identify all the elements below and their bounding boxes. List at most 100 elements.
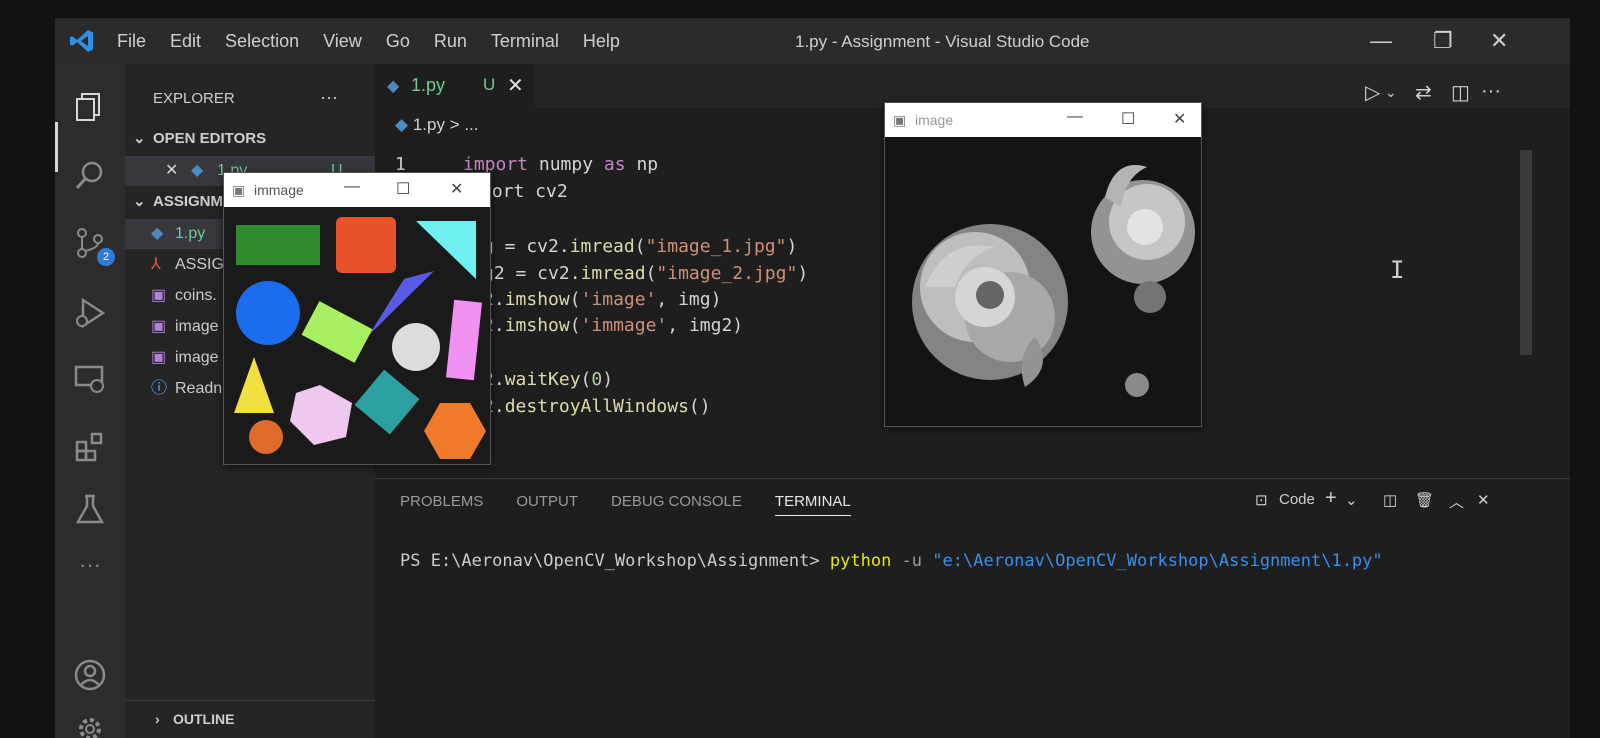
minimize-icon[interactable]: — <box>1370 28 1392 54</box>
image-file-icon: ▣ <box>151 287 167 304</box>
search-icon[interactable] <box>73 158 107 192</box>
chevron-down-icon: ⌄ <box>133 193 146 210</box>
terminal-cmd: python <box>829 551 892 571</box>
remote-explorer-icon[interactable] <box>73 362 107 396</box>
explorer-more-button[interactable]: ··· <box>320 82 360 112</box>
terminal-line[interactable]: PS E:\Aeronav\OpenCV_Workshop\Assignment… <box>400 551 1383 571</box>
shapes-window-titlebar[interactable]: ▣ immage — ☐ ✕ <box>224 173 490 207</box>
code-line-2: port cv2 <box>481 181 568 202</box>
outline-section[interactable]: › OUTLINE <box>125 700 375 738</box>
file-name: coins. <box>175 287 217 304</box>
flower-window-title: image <box>915 112 954 128</box>
tab-status: U <box>483 75 496 94</box>
folder-label: ASSIGNM <box>153 193 224 210</box>
python-file-icon: ◆ <box>395 115 409 134</box>
menu-run[interactable]: Run <box>434 31 467 52</box>
close-icon[interactable]: ✕ <box>1173 109 1186 129</box>
run-debug-icon[interactable] <box>73 296 107 330</box>
shapes-window-title: immage <box>254 182 304 198</box>
scm-badge: 2 <box>97 248 115 266</box>
window-title: 1.py - Assignment - Visual Studio Code <box>795 32 1090 51</box>
minimize-icon[interactable]: — <box>1067 108 1083 126</box>
title-bar: File Edit Selection View Go Run Terminal… <box>55 18 1570 64</box>
close-icon[interactable]: ✕ <box>450 179 463 199</box>
image-file-icon: ▣ <box>151 349 167 366</box>
menu-bar: File Edit Selection View Go Run Terminal… <box>117 18 620 64</box>
code-line-9: 2.waitKey(0) <box>483 369 614 390</box>
window-app-icon: ▣ <box>893 112 907 128</box>
code-line-1: import numpy as np <box>463 154 659 175</box>
window-app-icon: ▣ <box>232 182 246 198</box>
open-editors-section[interactable]: ⌄ OPEN EDITORS <box>125 124 375 154</box>
panel-tabs: PROBLEMS OUTPUT DEBUG CONSOLE TERMINAL <box>400 493 851 516</box>
close-panel-icon[interactable]: ✕ <box>1477 491 1490 509</box>
menu-help[interactable]: Help <box>583 31 620 52</box>
terminal-path: "e:\Aeronav\OpenCV_Workshop\Assignment\1… <box>932 551 1383 571</box>
image-file-icon: ▣ <box>151 318 167 335</box>
close-tab-icon[interactable]: ✕ <box>507 73 524 98</box>
code-line-4: g = cv2.imread("image_1.jpg") <box>483 236 798 257</box>
trash-icon[interactable]: 🗑 <box>1415 491 1434 509</box>
extensions-icon[interactable] <box>73 430 107 464</box>
menu-terminal[interactable]: Terminal <box>491 31 559 52</box>
file-name: image <box>175 349 219 366</box>
tab-problems[interactable]: PROBLEMS <box>400 493 483 516</box>
info-icon: ⓘ <box>151 380 168 397</box>
chevron-down-icon[interactable]: ⌄ <box>1385 84 1397 101</box>
terminal-profile[interactable]: Code <box>1279 491 1315 508</box>
explorer-title: EXPLORER <box>153 90 235 107</box>
tab-output[interactable]: OUTPUT <box>516 493 578 516</box>
terminal-flag: -u <box>901 551 923 571</box>
text-cursor-icon: I <box>1390 256 1405 284</box>
flower-image-window[interactable]: ▣ image — ☐ ✕ <box>884 102 1202 427</box>
breadcrumb-text[interactable]: 1.py > ... <box>413 115 479 134</box>
compare-changes-icon[interactable]: ⇄ <box>1415 80 1432 105</box>
maximize-icon[interactable]: ☐ <box>1121 109 1135 129</box>
terminal-prompt: PS E:\Aeronav\OpenCV_Workshop\Assignment… <box>400 551 820 571</box>
menu-selection[interactable]: Selection <box>225 31 299 52</box>
code-line-6: 2.imshow('image', img) <box>483 289 722 310</box>
explorer-icon[interactable] <box>73 90 107 124</box>
breadcrumb: ◆ 1.py > ... <box>395 115 479 135</box>
menu-file[interactable]: File <box>117 31 146 52</box>
tab-terminal[interactable]: TERMINAL <box>774 493 851 516</box>
manage-gear-icon[interactable] <box>73 712 107 738</box>
testing-flask-icon[interactable] <box>73 492 107 526</box>
close-window-icon[interactable]: ✕ <box>1490 28 1508 54</box>
split-editor-icon[interactable]: ◫ <box>1451 80 1470 105</box>
restore-icon[interactable]: ❐ <box>1433 28 1453 54</box>
pdf-file-icon: ⅄ <box>151 256 161 273</box>
file-name: image <box>175 318 219 335</box>
python-file-icon: ◆ <box>191 162 204 179</box>
flower-window-titlebar[interactable]: ▣ image — ☐ ✕ <box>885 103 1201 137</box>
menu-go[interactable]: Go <box>386 31 410 52</box>
shapes-image-window[interactable]: ▣ immage — ☐ ✕ <box>223 172 491 465</box>
python-file-icon: ◆ <box>151 225 164 242</box>
chevron-down-icon[interactable]: ⌄ <box>1345 491 1358 509</box>
maximize-icon[interactable]: ☐ <box>396 179 410 199</box>
accounts-icon[interactable] <box>73 658 107 692</box>
new-terminal-icon[interactable]: + <box>1325 487 1337 510</box>
more-views-icon[interactable]: ··· <box>79 552 101 578</box>
menu-view[interactable]: View <box>323 31 362 52</box>
menu-edit[interactable]: Edit <box>170 31 201 52</box>
editor-scrollbar[interactable] <box>1520 150 1532 355</box>
minimize-icon[interactable]: — <box>344 178 360 196</box>
tab-debug-console[interactable]: DEBUG CONSOLE <box>611 493 742 516</box>
split-terminal-icon[interactable]: ◫ <box>1383 491 1397 509</box>
python-file-icon: ◆ <box>387 78 400 95</box>
shapes-image <box>234 217 486 459</box>
file-name: Readn <box>175 380 223 397</box>
file-name: ASSIG <box>175 256 224 273</box>
more-actions-icon[interactable]: ··· <box>1481 80 1501 103</box>
close-editor-icon[interactable]: ✕ <box>165 156 178 186</box>
flower-photo <box>885 137 1201 426</box>
chevron-down-icon: ⌄ <box>133 130 146 147</box>
run-python-icon[interactable]: ▷ <box>1365 80 1380 105</box>
activity-bar: 2 ··· <box>55 64 125 738</box>
screen: File Edit Selection View Go Run Terminal… <box>55 18 1570 738</box>
tab-1py[interactable]: ◆ 1.py U ✕ <box>375 64 535 108</box>
maximize-panel-icon[interactable]: ︿ <box>1449 491 1464 512</box>
active-indicator <box>55 122 58 172</box>
outline-label: OUTLINE <box>173 711 235 727</box>
